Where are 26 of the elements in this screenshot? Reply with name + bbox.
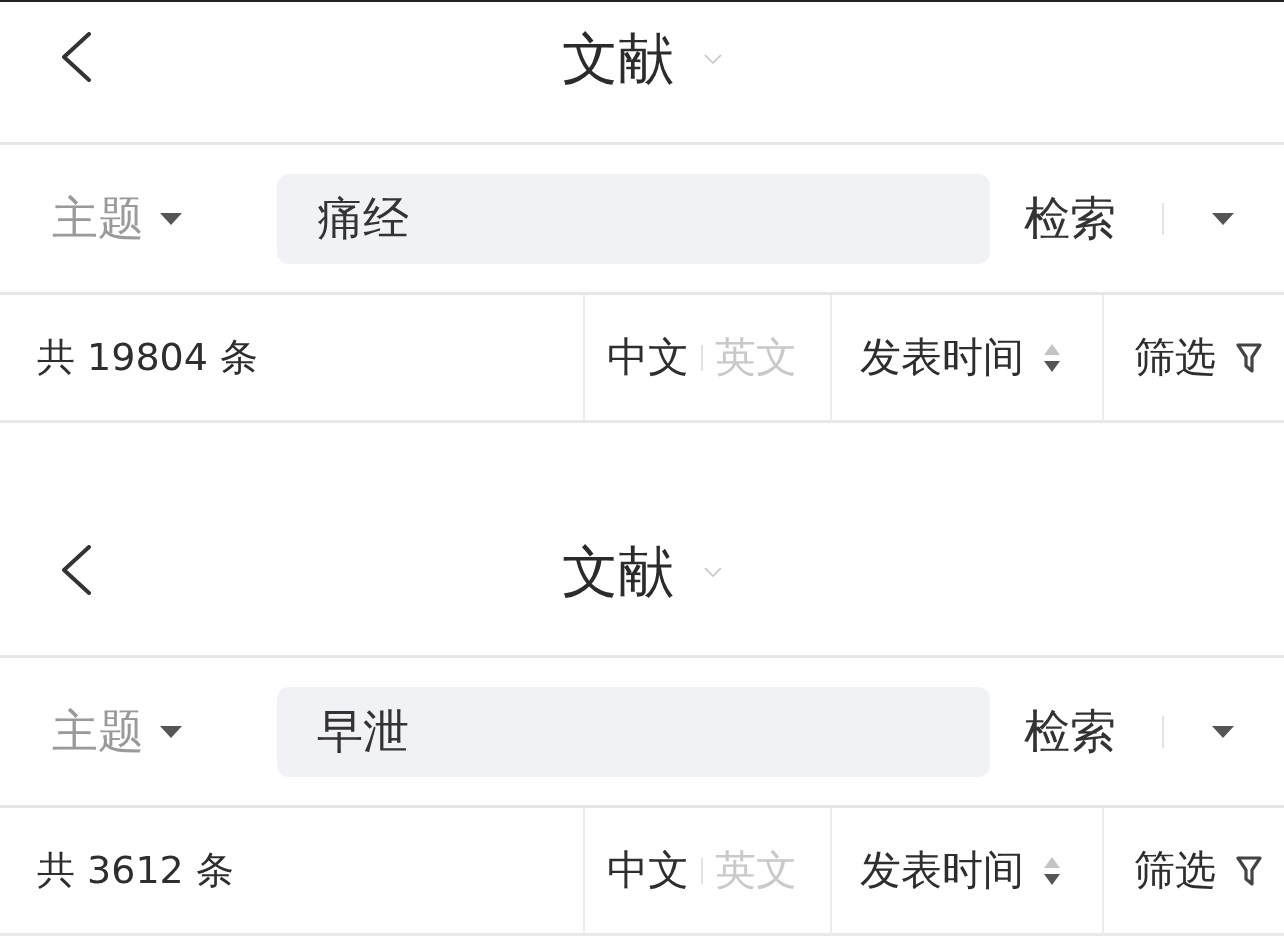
dropdown-button[interactable]: [1210, 723, 1236, 740]
sort-button[interactable]: 发表时间: [860, 332, 1060, 383]
chevron-left-icon: [60, 31, 92, 82]
caret-down-icon: [1212, 725, 1234, 738]
chevron-down-icon: [704, 567, 722, 577]
caret-down-icon: [160, 212, 182, 225]
chevron-left-icon: [60, 544, 92, 595]
search-field[interactable]: 早泄: [277, 686, 990, 777]
filter-button[interactable]: 筛选: [1134, 332, 1262, 383]
filter-button[interactable]: 筛选: [1134, 845, 1262, 896]
chevron-down-icon: [704, 54, 722, 64]
funnel-icon: [1236, 854, 1262, 887]
caret-down-icon: [1212, 212, 1234, 225]
caret-down-icon: [160, 725, 182, 738]
title-dropdown[interactable]: 文献: [562, 541, 722, 603]
language-tab[interactable]: 中文: [607, 332, 689, 383]
dropdown-button[interactable]: [1210, 210, 1236, 227]
search-button[interactable]: 检索: [1024, 703, 1116, 760]
result-count: 共 19804 条: [37, 334, 259, 381]
sort-button[interactable]: 发表时间: [860, 845, 1060, 896]
search-field[interactable]: 痛经: [277, 173, 990, 264]
language-tab[interactable]: 中文: [607, 845, 689, 896]
search-button[interactable]: 检索: [1024, 190, 1116, 247]
funnel-icon: [1236, 341, 1262, 374]
result-count: 共 3612 条: [37, 847, 234, 894]
title-dropdown[interactable]: 文献: [562, 28, 722, 90]
